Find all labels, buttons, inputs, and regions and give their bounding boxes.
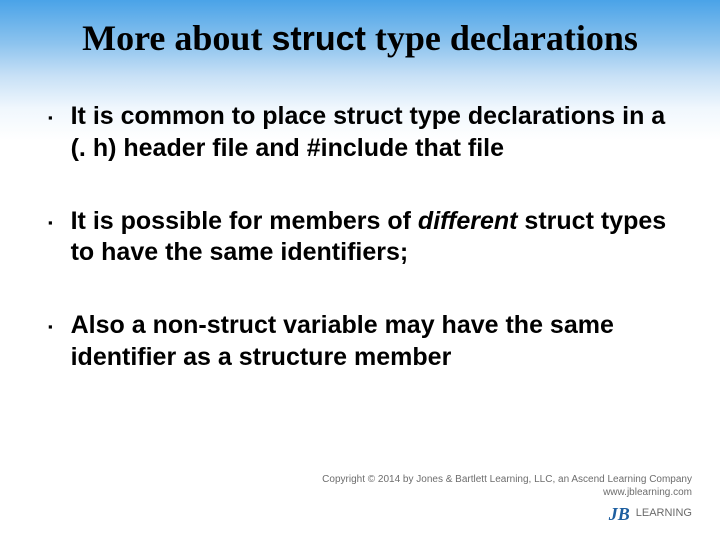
list-item: ▪ Also a non-struct variable may have th…: [48, 310, 672, 373]
title-code: struct: [271, 20, 365, 58]
title-post: type declarations: [366, 18, 638, 58]
brand-logo: JB LEARNING: [609, 502, 692, 526]
copyright-text: Copyright © 2014 by Jones & Bartlett Lea…: [322, 473, 692, 487]
brand-initials: JB: [609, 502, 630, 526]
bullet-text: It is possible for members of different …: [71, 206, 672, 269]
title-pre: More about: [82, 18, 271, 58]
footer-url: www.jblearning.com: [322, 486, 692, 500]
footer: Copyright © 2014 by Jones & Bartlett Lea…: [322, 473, 692, 526]
bullet-icon: ▪: [48, 215, 53, 231]
list-item: ▪ It is possible for members of differen…: [48, 206, 672, 269]
brand-text: LEARNING: [636, 506, 692, 521]
bullet-text: It is common to place struct type declar…: [71, 101, 672, 164]
slide: More about struct type declarations ▪ It…: [0, 0, 720, 540]
bullet-icon: ▪: [48, 319, 53, 335]
slide-title: More about struct type declarations: [0, 0, 720, 59]
bullet-icon: ▪: [48, 110, 53, 126]
bullet-text: Also a non-struct variable may have the …: [71, 310, 672, 373]
bullet-list: ▪ It is common to place struct type decl…: [48, 101, 672, 373]
list-item: ▪ It is common to place struct type decl…: [48, 101, 672, 164]
